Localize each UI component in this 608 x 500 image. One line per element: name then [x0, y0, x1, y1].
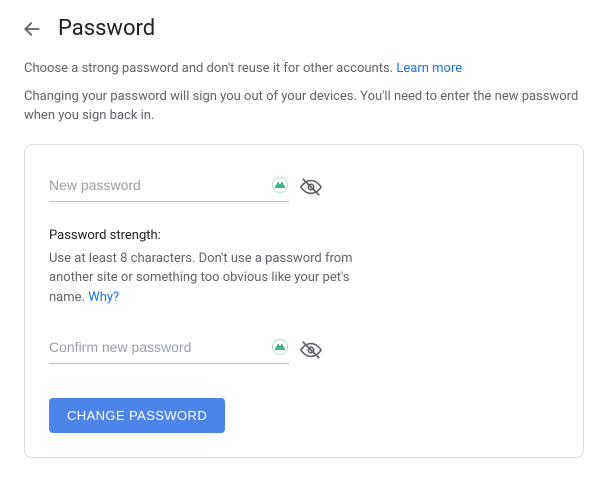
toggle-visibility-confirm[interactable]: [299, 338, 323, 362]
strength-description: Use at least 8 characters. Don't use a p…: [49, 249, 379, 308]
toggle-visibility-new[interactable]: [299, 175, 323, 199]
back-button[interactable]: [20, 17, 44, 41]
intro-line-2: Changing your password will sign you out…: [24, 87, 584, 126]
why-link[interactable]: Why?: [88, 290, 119, 305]
learn-more-link[interactable]: Learn more: [396, 61, 462, 76]
new-password-row: [49, 173, 559, 202]
extension-icon[interactable]: [271, 338, 289, 356]
page-title: Password: [58, 16, 155, 41]
change-password-button[interactable]: CHANGE PASSWORD: [49, 398, 225, 433]
password-card: Password strength: Use at least 8 charac…: [24, 144, 584, 459]
mountain-icon: [272, 339, 288, 355]
eye-off-icon: [300, 176, 322, 198]
confirm-password-row: [49, 335, 559, 364]
intro-line-1: Choose a strong password and don't reuse…: [24, 59, 584, 79]
new-password-wrap: [49, 173, 289, 202]
new-password-input[interactable]: [49, 173, 267, 197]
eye-off-icon: [300, 339, 322, 361]
arrow-left-icon: [22, 19, 42, 39]
confirm-password-input[interactable]: [49, 335, 267, 359]
intro-text: Choose a strong password and don't reuse…: [0, 51, 608, 126]
strength-label: Password strength:: [49, 228, 379, 243]
password-strength-block: Password strength: Use at least 8 charac…: [49, 228, 379, 308]
extension-icon[interactable]: [271, 176, 289, 194]
mountain-icon: [272, 177, 288, 193]
intro-line-1-text: Choose a strong password and don't reuse…: [24, 61, 396, 76]
confirm-password-wrap: [49, 335, 289, 364]
page-header: Password: [0, 0, 608, 51]
